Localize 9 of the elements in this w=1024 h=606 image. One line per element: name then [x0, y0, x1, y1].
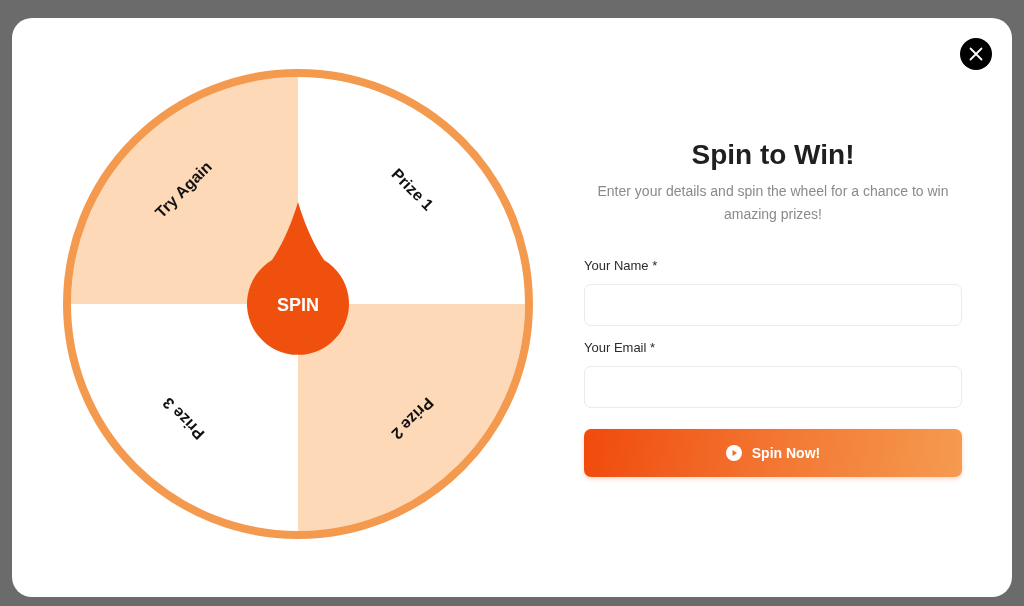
close-button[interactable] — [960, 38, 992, 70]
subtitle: Enter your details and spin the wheel for a chance to win amazing prizes! — [596, 182, 950, 224]
field-label: Your Email * — [584, 339, 657, 357]
spin-now-button[interactable]: Spin Now! — [584, 429, 962, 477]
close-icon — [969, 47, 983, 61]
play-icon — [725, 445, 742, 461]
spin-button[interactable]: SPIN — [247, 202, 349, 355]
title: Spin to Win! — [690, 138, 856, 172]
field-label: Your Name * — [584, 257, 659, 275]
